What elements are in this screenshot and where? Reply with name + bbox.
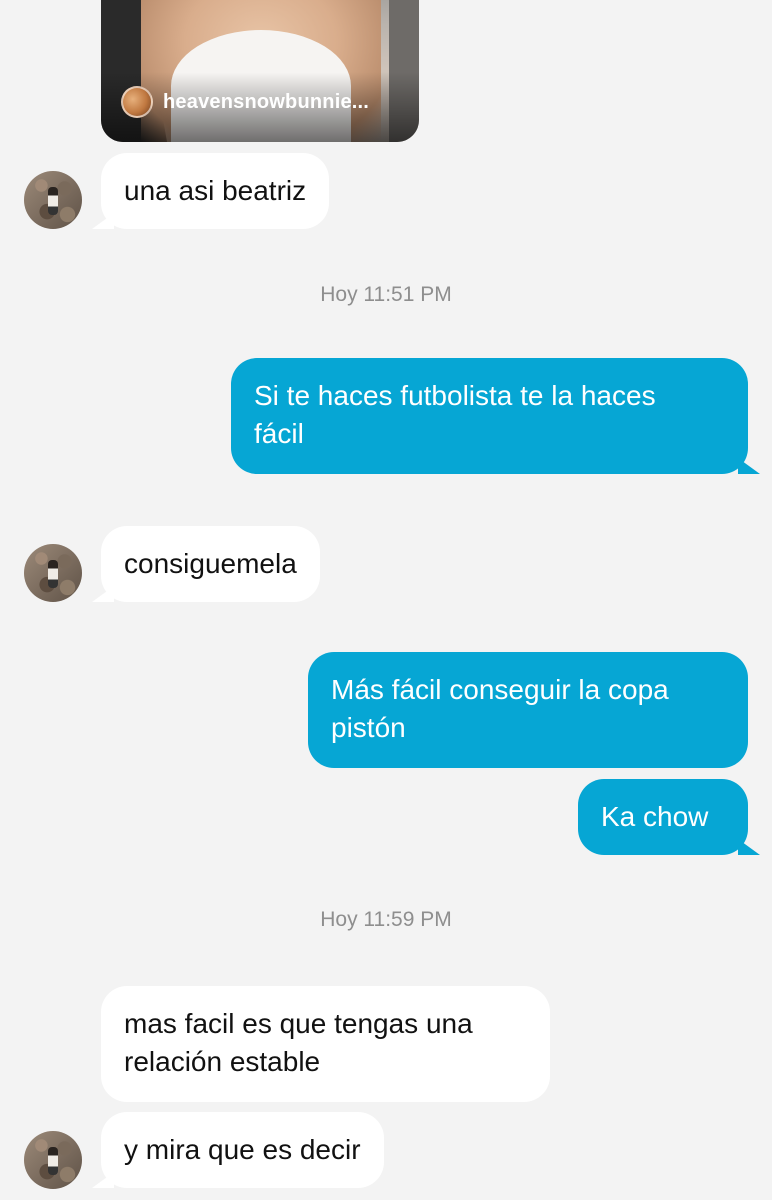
message-line: Más fácil conseguir la copa (331, 674, 669, 705)
avatar-figure (48, 187, 58, 215)
contact-avatar[interactable] (24, 171, 82, 229)
message-text: consiguemela (124, 548, 297, 579)
message-bubble-incoming[interactable]: y mira que es decir (101, 1112, 384, 1188)
shared-post-username: heavensnowbunnie... (163, 90, 370, 113)
message-line: relación estable (124, 1046, 321, 1077)
message-bubble-incoming[interactable]: consiguemela (101, 526, 320, 602)
message-text: una asi beatriz (124, 175, 307, 206)
message-line: pistón (331, 712, 406, 743)
message-line: fácil (254, 418, 304, 449)
message-bubble-incoming[interactable]: mas facil es que tengas una relación est… (101, 986, 550, 1102)
timestamp: Hoy 11:51 PM (320, 283, 452, 306)
shared-post-card[interactable]: heavensnowbunnie... (101, 0, 419, 142)
message-bubble-outgoing[interactable]: Más fácil conseguir la copa pistón (308, 652, 748, 768)
message-line: Si te haces futbolista te la haces (254, 380, 656, 411)
avatar-figure (48, 1147, 58, 1175)
message-text: y mira que es decir (124, 1134, 361, 1165)
timestamp: Hoy 11:59 PM (320, 908, 452, 931)
message-bubble-outgoing[interactable]: Si te haces futbolista te la haces fácil (231, 358, 748, 474)
message-bubble-incoming[interactable]: una asi beatriz (101, 153, 330, 229)
message-text: Ka chow (601, 801, 709, 832)
contact-avatar[interactable] (24, 1131, 82, 1189)
message-bubble-outgoing[interactable]: Ka chow (578, 779, 748, 855)
shared-post-avatar-icon (121, 86, 153, 118)
shared-post-author[interactable]: heavensnowbunnie... (121, 86, 369, 118)
contact-avatar[interactable] (24, 544, 82, 602)
message-line: mas facil es que tengas una (124, 1008, 473, 1039)
avatar-figure (48, 560, 58, 588)
